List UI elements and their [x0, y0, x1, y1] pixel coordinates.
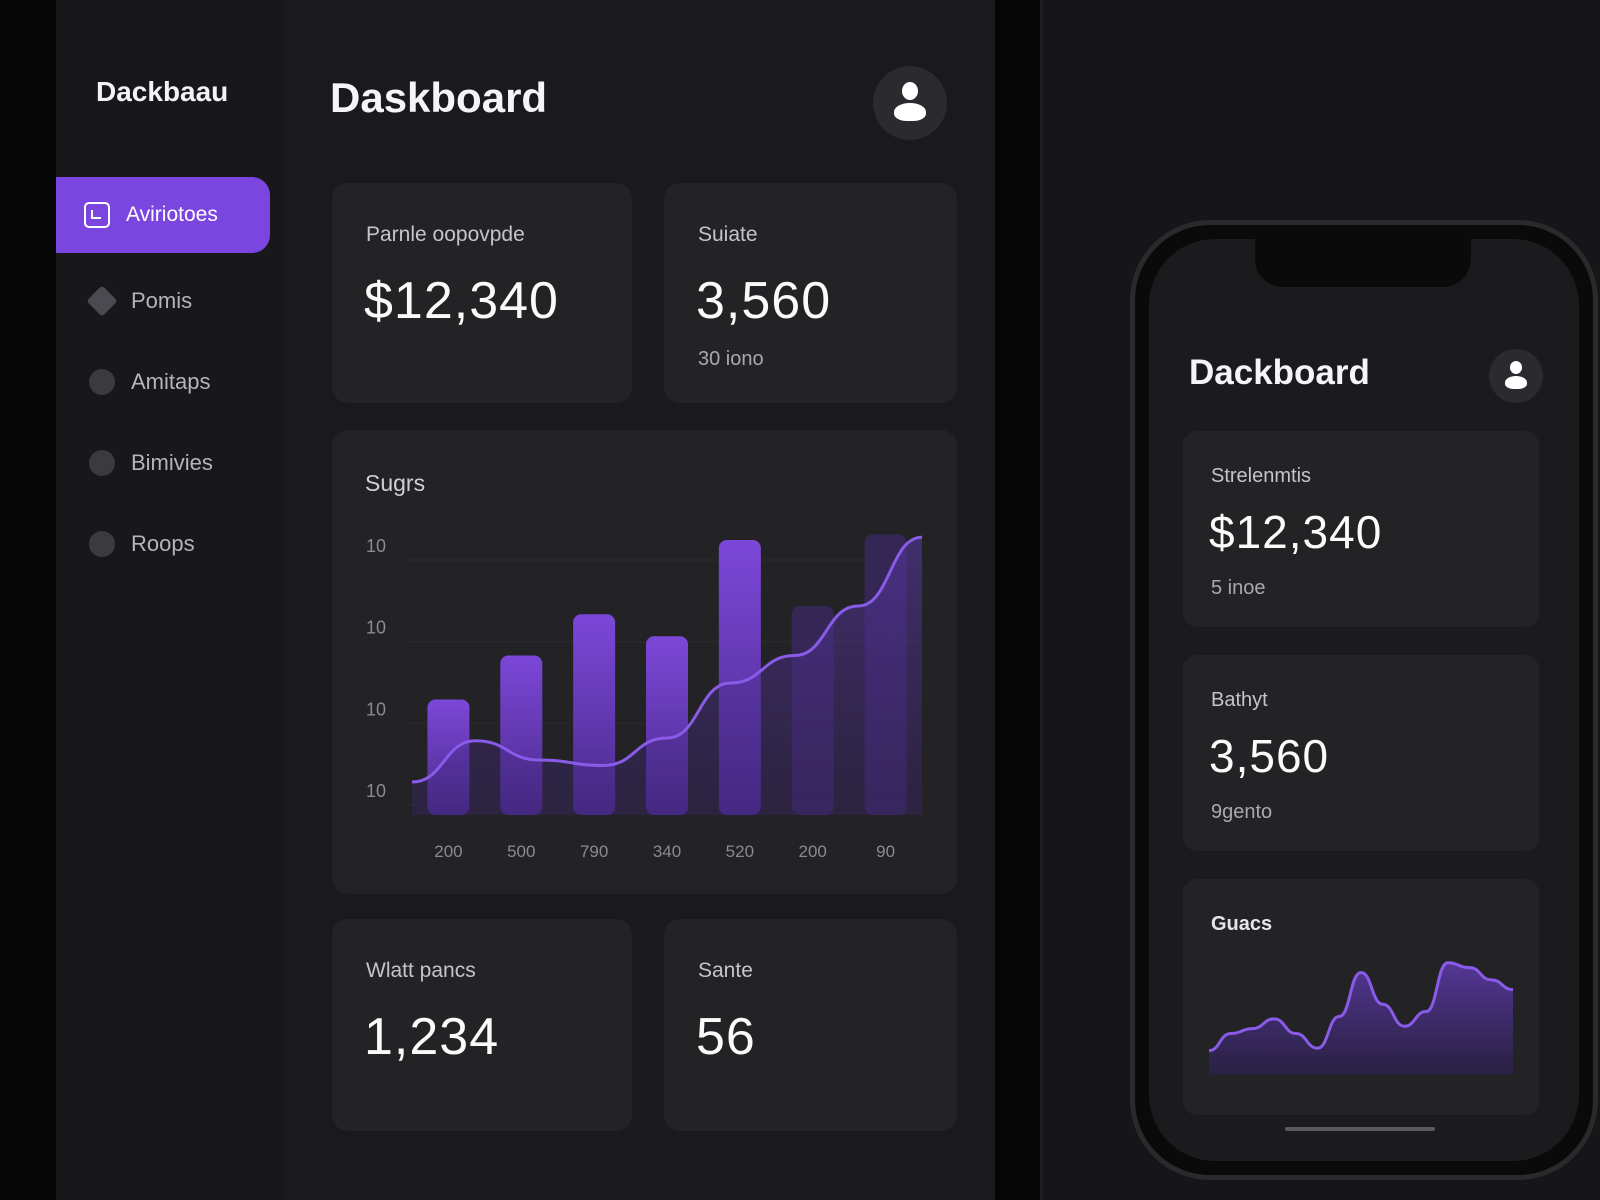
mobile-stat-card-revenue[interactable]: Strelenmtis $12,340 5 inoe [1183, 431, 1539, 627]
home-indicator [1285, 1127, 1435, 1131]
area-fill [1209, 962, 1513, 1075]
stat-card-value: 3,560 [696, 272, 832, 330]
stat-card-label: Bathyt [1211, 689, 1268, 711]
stat-card-label: Strelenmtis [1211, 465, 1312, 487]
sidebar-item-roops[interactable]: Roops [56, 506, 270, 582]
layout-icon [84, 202, 110, 228]
circle-icon [89, 369, 115, 395]
y-tick-label: 10 [366, 618, 386, 638]
sidebar: Dackbaau Aviriotoes Pomis Amitaps Bimivi… [56, 0, 284, 1200]
x-tick-label: 200 [434, 842, 462, 861]
stat-card-sub: 5 inoe [1211, 577, 1266, 599]
stat-card-users[interactable]: Suiate 3,560 30 iono [664, 183, 957, 403]
sidebar-item-label: Amitaps [131, 369, 211, 394]
desktop-dashboard: Daskboard Parnle oopovpde $12,340 Suiate… [284, 0, 995, 1200]
mobile-user-avatar-button[interactable] [1489, 349, 1543, 403]
y-tick-label: 10 [366, 781, 386, 801]
stat-card-sub: 9gento [1211, 801, 1273, 823]
circle-icon [89, 531, 115, 557]
y-tick-label: 10 [366, 536, 386, 556]
stat-card-value: $12,340 [1209, 506, 1383, 558]
stat-card-label: Sante [698, 959, 753, 982]
brand-title: Dackbaau [96, 76, 229, 107]
sidebar-item-pomis[interactable]: Pomis [56, 263, 270, 339]
stat-card-tickets[interactable]: Sante 56 [664, 919, 957, 1131]
sales-chart: 10 10 10 10 200 500 790 340 520 200 90 [366, 534, 923, 861]
sidebar-item-aviriotoes[interactable]: Aviriotoes [56, 177, 270, 253]
page-title: Daskboard [330, 74, 548, 121]
user-avatar-button[interactable] [873, 66, 947, 140]
stat-card-orders[interactable]: Wlatt pancs 1,234 [332, 919, 632, 1131]
window-frame-divider [995, 0, 1045, 1200]
x-tick-label: 790 [580, 842, 608, 861]
x-tick-label: 90 [876, 842, 895, 861]
stat-card-label: Wlatt pancs [366, 959, 476, 982]
user-icon [1504, 361, 1528, 391]
stat-card-label: Parnle oopovpde [366, 223, 525, 246]
x-tick-label: 520 [726, 842, 754, 861]
stat-card-value: $12,340 [364, 272, 559, 330]
stat-card-label: Suiate [698, 223, 758, 246]
mobile-dashboard: Dackboard Strelenmtis $12,340 5 inoe Bat… [1149, 239, 1579, 1161]
sidebar-item-label: Roops [131, 531, 195, 556]
x-tick-label: 500 [507, 842, 535, 861]
sidebar-item-label: Bimivies [131, 450, 213, 475]
stat-card-value: 1,234 [364, 1008, 500, 1066]
phone-frame: Dackboard Strelenmtis $12,340 5 inoe Bat… [1130, 220, 1598, 1180]
sidebar-item-label: Pomis [131, 288, 193, 313]
x-tick-label: 340 [653, 842, 681, 861]
x-tick-label: 200 [799, 842, 827, 861]
circle-icon [89, 450, 115, 476]
mobile-chart-card: Guacs [1183, 879, 1539, 1115]
stat-card-value: 56 [696, 1008, 756, 1066]
sidebar-item-bimivies[interactable]: Bimivies [56, 425, 270, 501]
window-frame-left [0, 0, 56, 1200]
sidebar-item-amitaps[interactable]: Amitaps [56, 344, 270, 420]
stat-card-sub: 30 iono [698, 348, 764, 370]
stat-card-value: 3,560 [1209, 730, 1330, 782]
mobile-stat-card-users[interactable]: Bathyt 3,560 9gento [1183, 655, 1539, 851]
phone-notch [1255, 239, 1471, 287]
y-tick-label: 10 [366, 699, 386, 719]
user-icon [893, 82, 927, 124]
stat-card-revenue[interactable]: Parnle oopovpde $12,340 [332, 183, 632, 403]
sales-chart-card: Sugrs 10 10 10 10 200 500 790 340 520 200 90 [332, 430, 957, 894]
mobile-page-title: Dackboard [1189, 353, 1370, 392]
tag-icon [86, 285, 118, 317]
mobile-area-chart [1208, 961, 1514, 1075]
sidebar-item-label: Aviriotoes [126, 203, 218, 226]
